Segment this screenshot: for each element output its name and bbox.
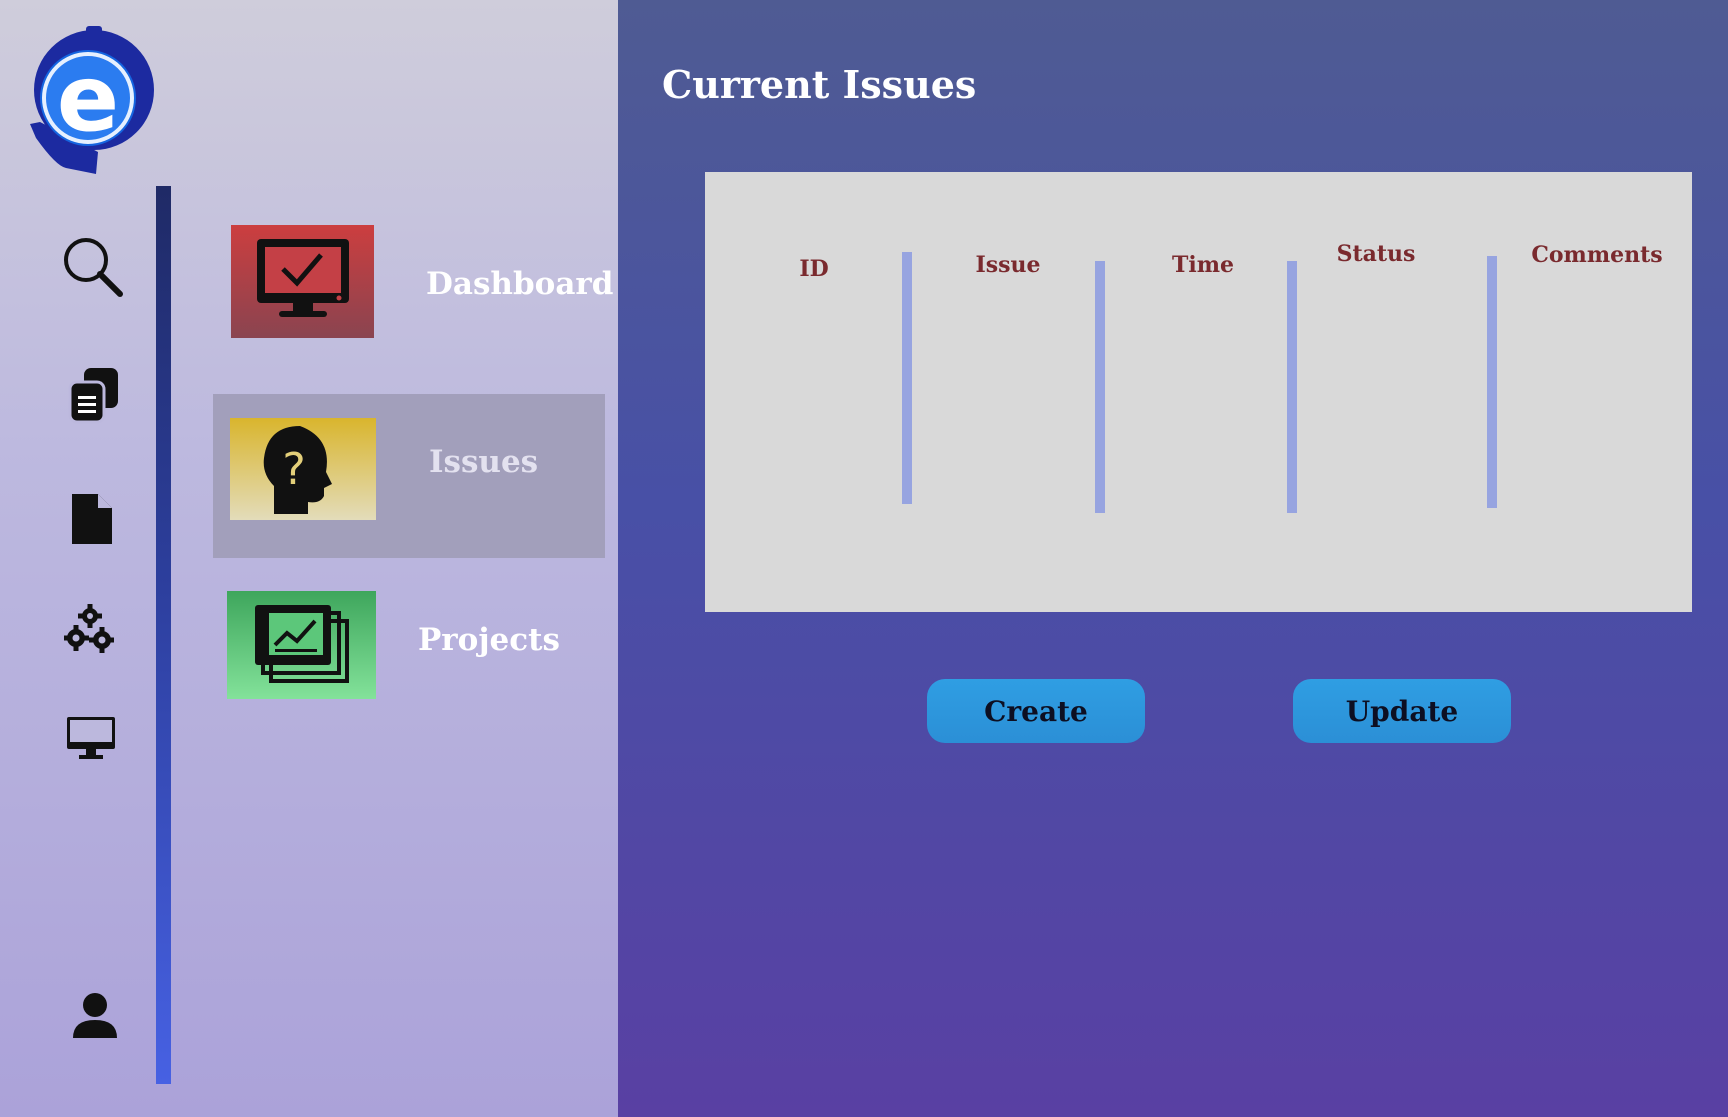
search-icon[interactable] — [60, 234, 124, 298]
column-separator — [1287, 261, 1297, 513]
svg-text:?: ? — [282, 444, 305, 495]
nav-label-dashboard: Dashboard — [426, 266, 614, 302]
issues-table: ID Issue Time Status Comments — [705, 172, 1692, 612]
projects-thumbnail — [227, 591, 376, 699]
nav-item-dashboard[interactable]: Dashboard — [220, 218, 614, 348]
nav-label-projects: Projects — [418, 622, 560, 658]
column-separator — [1095, 261, 1105, 513]
user-icon[interactable] — [70, 992, 120, 1040]
head-question-icon: ? — [263, 426, 332, 514]
logo-letter: e — [57, 45, 119, 152]
update-button[interactable]: Update — [1293, 679, 1511, 743]
column-separator — [1487, 256, 1497, 508]
monitor-icon[interactable] — [66, 716, 116, 760]
sidebar: e Dashboard ? Issues Projects — [0, 0, 618, 1117]
column-header-issue: Issue — [975, 252, 1041, 278]
nav-label-issues: Issues — [429, 444, 539, 480]
nav-item-projects[interactable]: Projects — [220, 586, 610, 706]
dashboard-thumbnail — [231, 225, 374, 338]
gears-icon[interactable] — [64, 604, 114, 654]
column-header-time: Time — [1171, 252, 1235, 278]
column-header-id: ID — [799, 256, 829, 282]
nav-item-issues[interactable]: ? Issues — [213, 394, 605, 558]
chart-stack-icon — [255, 605, 349, 683]
column-separator — [902, 252, 912, 504]
monitor-check-icon — [257, 239, 349, 317]
create-button[interactable]: Create — [927, 679, 1145, 743]
app-logo: e — [30, 26, 154, 174]
column-header-status: Status — [1336, 241, 1416, 267]
issues-thumbnail: ? — [230, 418, 376, 520]
page-title: Current Issues — [662, 62, 977, 107]
column-header-comments: Comments — [1531, 242, 1663, 268]
sidebar-divider — [156, 186, 171, 1084]
file-icon[interactable] — [70, 492, 114, 546]
copy-documents-icon[interactable] — [68, 366, 122, 426]
